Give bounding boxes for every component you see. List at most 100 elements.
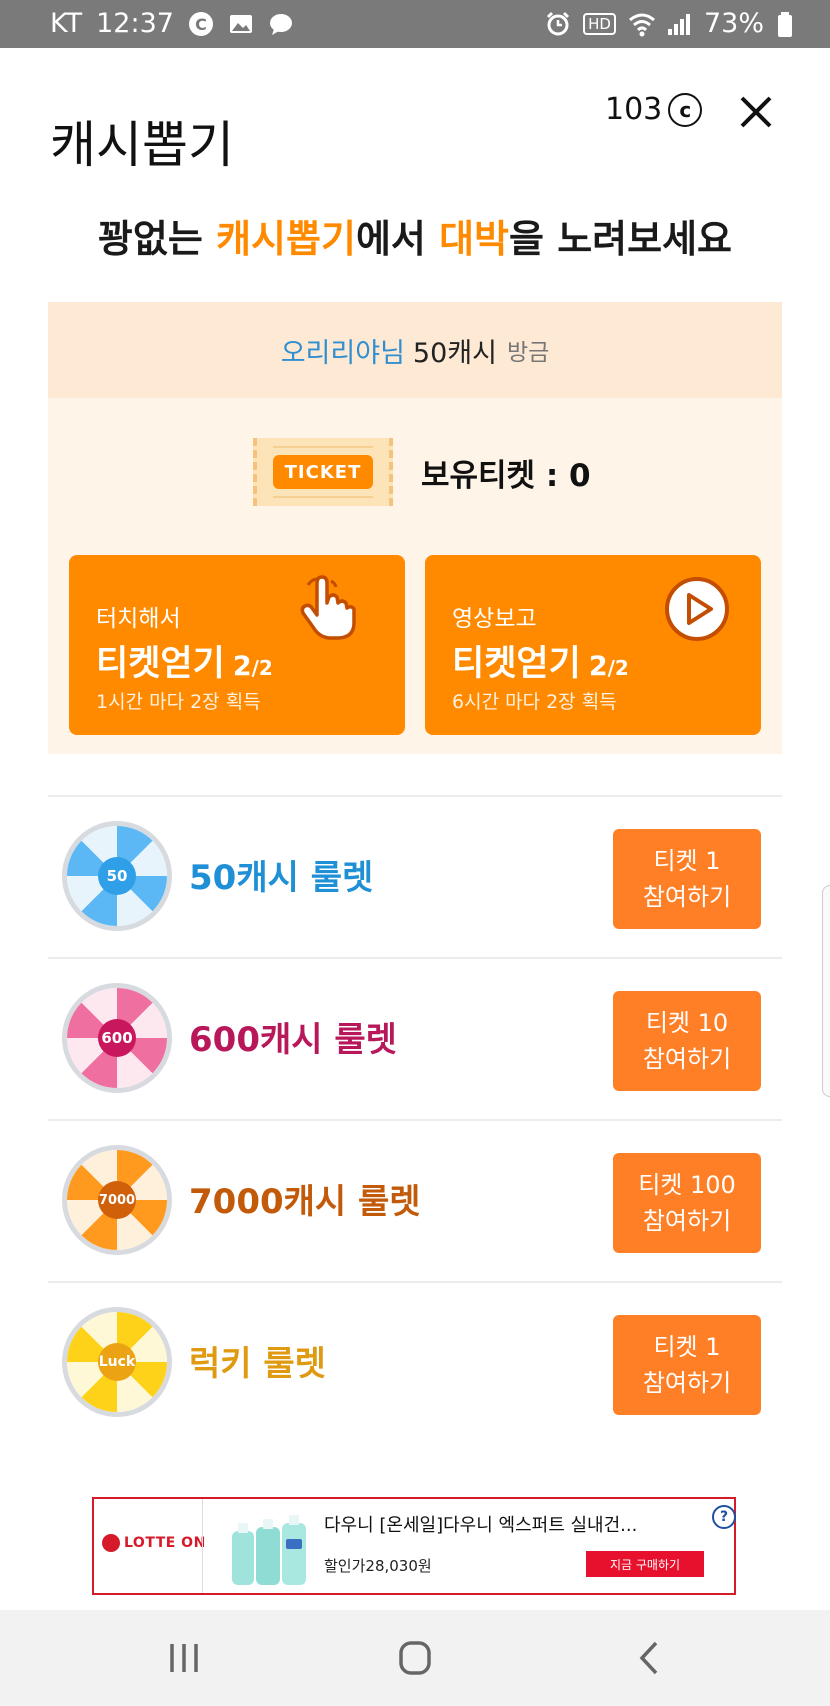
ad-title: 다우니 [온세일]다우니 엑스퍼트 실내건...	[324, 1515, 638, 1536]
winner-time: 방금	[506, 340, 550, 366]
winner-amount: 50캐시	[412, 337, 497, 369]
headline-highlight-1: 캐시뽑기	[216, 217, 356, 261]
video-ticket-frac-den: 2	[614, 656, 629, 680]
ad-banner[interactable]: LOTTE ON 다우니 [온세일]다우니 엑스퍼트 실내건... 할인가28,…	[92, 1497, 736, 1595]
c-circle-icon: C	[188, 11, 214, 37]
wheel-7000-icon: 7000	[67, 1150, 167, 1250]
close-button[interactable]	[736, 92, 776, 132]
ad-separator	[202, 1499, 203, 1593]
roulette-7000-label: 7000캐시 룰렛	[189, 1182, 421, 1222]
status-left: KT 12:37 C	[50, 8, 294, 39]
join-50-ticket: 티켓 1	[653, 847, 721, 875]
chat-bubble-icon	[268, 11, 294, 37]
ad-price: 할인가28,030원	[324, 1557, 432, 1575]
gallery-icon	[228, 11, 254, 37]
navigation-bar	[0, 1610, 830, 1706]
touch-ticket-frac-num: 2	[232, 651, 252, 682]
home-button[interactable]	[395, 1640, 435, 1676]
touch-ticket-title-text: 티켓얻기	[96, 644, 225, 684]
wifi-icon	[628, 11, 655, 37]
headline: 꽝없는 캐시뽑기에서 대박을 노려보세요	[0, 208, 830, 263]
ad-buy-button[interactable]: 지금 구매하기	[586, 1551, 704, 1577]
coin-icon: c	[668, 92, 703, 127]
battery-icon	[776, 11, 802, 37]
recent-apps-icon	[170, 1644, 198, 1672]
roulette-row-600: 600 600캐시 룰렛 티켓 10 참여하기	[48, 958, 782, 1118]
touch-ticket-frac-den: 2	[258, 656, 273, 680]
wheel-600-icon: 600	[67, 988, 167, 1088]
touch-ticket-title: 티켓얻기 2/2	[96, 635, 273, 686]
join-600-button[interactable]: 티켓 10 참여하기	[613, 991, 761, 1091]
back-button[interactable]	[630, 1640, 670, 1676]
headline-text-1: 꽝없는	[97, 217, 217, 261]
recent-apps-button[interactable]	[164, 1640, 204, 1676]
video-ticket-subtitle: 영상보고	[452, 606, 537, 632]
touch-ticket-fraction: 2/2	[232, 651, 273, 682]
video-ticket-fraction: 2/2	[588, 651, 629, 682]
ticket-icon: TICKET	[253, 438, 393, 506]
video-ticket-frac-num: 2	[588, 651, 608, 682]
wheel-7000-center: 7000	[98, 1181, 136, 1219]
roulette-luck-label: 럭키 룰렛	[189, 1344, 326, 1384]
headline-text-3: 을 노려보세요	[509, 217, 733, 261]
ticket-count: 보유티켓 : 0	[421, 457, 591, 494]
winner-banner: 오리리야님 50캐시 방금	[48, 302, 782, 398]
winner-name: 오리리야님	[280, 337, 405, 369]
join-600-label: 참여하기	[642, 1045, 732, 1073]
join-7000-ticket: 티켓 100	[638, 1171, 736, 1199]
roulette-600-label: 600캐시 룰렛	[189, 1020, 397, 1060]
battery-percent: 73%	[703, 8, 764, 39]
close-icon	[740, 96, 772, 128]
edge-panel-handle[interactable]	[822, 885, 830, 1097]
lotte-logo-icon	[102, 1534, 120, 1552]
status-right: HD 73%	[545, 8, 802, 39]
roulette-row-50: 50 50캐시 룰렛 티켓 1 참여하기	[48, 796, 782, 956]
status-bar: KT 12:37 C HD 73%	[0, 0, 830, 48]
join-luck-label: 참여하기	[642, 1369, 732, 1397]
touch-ticket-subtitle: 터치해서	[96, 606, 181, 632]
video-ticket-title-text: 티켓얻기	[452, 644, 581, 684]
video-ticket-title: 티켓얻기 2/2	[452, 635, 629, 686]
ad-brand-logo: LOTTE ON	[102, 1534, 206, 1552]
ad-info-icon[interactable]: ?	[712, 1505, 736, 1529]
wheel-luck-center: Luck	[98, 1343, 136, 1381]
clock: 12:37	[96, 8, 174, 39]
join-luck-button[interactable]: 티켓 1 참여하기	[613, 1315, 761, 1415]
svg-text:C: C	[195, 15, 207, 34]
join-50-button[interactable]: 티켓 1 참여하기	[613, 829, 761, 929]
wheel-luck-icon: Luck	[67, 1312, 167, 1412]
page-title: 캐시뽑기	[50, 116, 234, 174]
video-ticket-note: 6시간 마다 2장 획득	[452, 691, 617, 713]
carrier-label: KT	[50, 8, 83, 39]
home-icon	[399, 1641, 431, 1675]
video-ticket-button[interactable]: 영상보고 티켓얻기 2/2 6시간 마다 2장 획득	[425, 555, 761, 735]
play-icon	[665, 577, 729, 641]
touch-ticket-note: 1시간 마다 2장 획득	[96, 691, 261, 713]
roulette-50-label: 50캐시 룰렛	[189, 858, 374, 898]
headline-text-2: 에서	[355, 217, 440, 261]
ticket-tag: TICKET	[273, 455, 373, 489]
coin-amount: 103	[605, 92, 663, 127]
headline-highlight-2: 대박	[439, 217, 510, 261]
join-600-ticket: 티켓 10	[645, 1009, 729, 1037]
ticket-balance: TICKET 보유티켓 : 0	[253, 438, 591, 506]
wheel-50-icon: 50	[67, 826, 167, 926]
alarm-icon	[545, 11, 571, 37]
hand-pointer-icon	[300, 575, 356, 640]
roulette-row-7000: 7000 7000캐시 룰렛 티켓 100 참여하기	[48, 1120, 782, 1280]
join-luck-ticket: 티켓 1	[653, 1333, 721, 1361]
touch-ticket-button[interactable]: 터치해서 티켓얻기 2/2 1시간 마다 2장 획득	[69, 555, 405, 735]
join-50-label: 참여하기	[642, 883, 732, 911]
wheel-50-center: 50	[98, 857, 136, 895]
hd-icon: HD	[583, 12, 616, 35]
join-7000-label: 참여하기	[642, 1207, 732, 1235]
ad-brand-text: LOTTE ON	[124, 1535, 206, 1551]
back-icon	[639, 1641, 658, 1675]
join-7000-button[interactable]: 티켓 100 참여하기	[613, 1153, 761, 1253]
wheel-600-center: 600	[98, 1019, 136, 1057]
ad-product-image	[232, 1515, 306, 1585]
ticket-panel: 오리리야님 50캐시 방금 TICKET 보유티켓 : 0 터치해서 티켓얻기 2…	[48, 302, 782, 754]
coin-balance: 103 c	[605, 92, 703, 127]
roulette-row-luck: Luck 럭키 룰렛 티켓 1 참여하기	[48, 1282, 782, 1442]
signal-icon	[666, 11, 692, 37]
